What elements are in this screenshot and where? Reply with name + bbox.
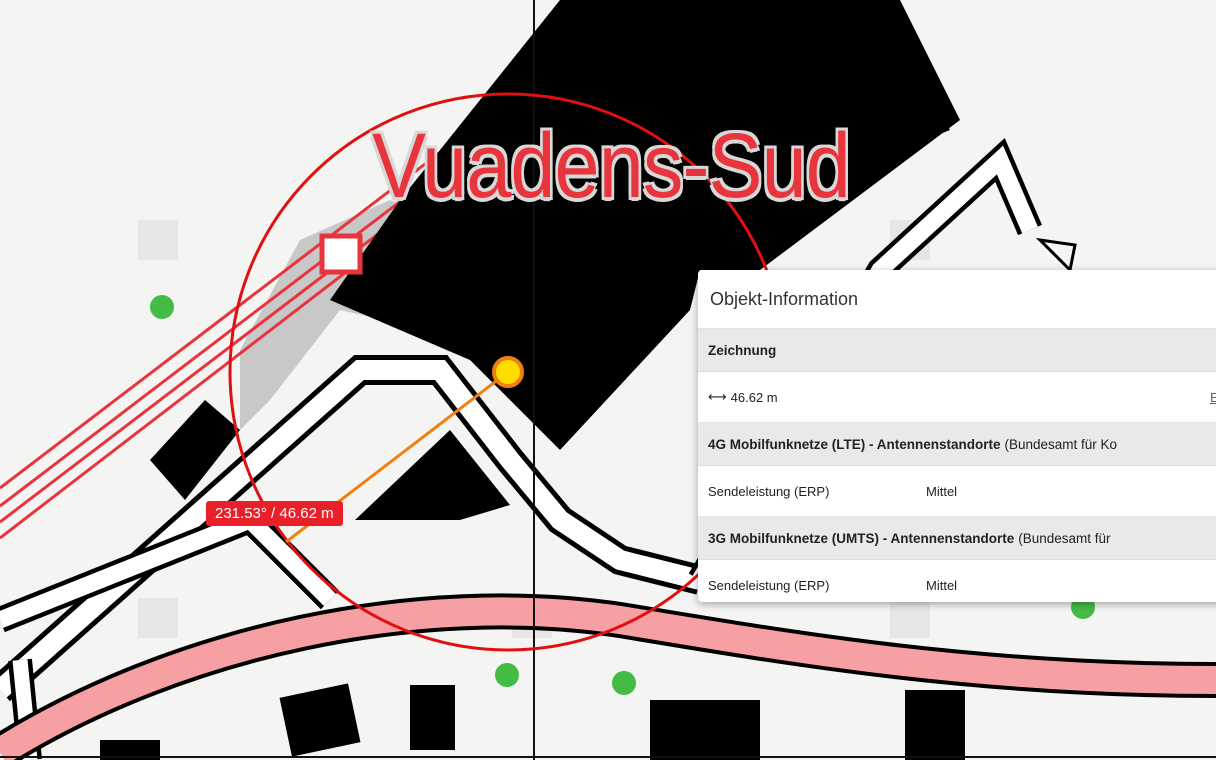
distance-row: ⟷ 46.62 m E: [698, 372, 1216, 423]
attribute-value: Mittel: [926, 577, 958, 593]
section-source: (Bundesamt für: [1018, 530, 1111, 546]
section-title: 4G Mobilfunknetze (LTE) - Antennenstando…: [708, 436, 1001, 452]
attribute-key: Sendeleistung (ERP): [708, 577, 830, 593]
place-label: Vuadens-Sud: [372, 115, 851, 217]
center-marker[interactable]: [492, 356, 524, 388]
section-title: 3G Mobilfunknetze (UMTS) - Antennenstand…: [708, 530, 1015, 546]
attribute-value: Mittel: [926, 483, 958, 499]
panel-title: Objekt-Information: [698, 270, 1216, 329]
measure-tooltip: 231.53° / 46.62 m: [206, 501, 343, 526]
section-heading-4g[interactable]: 4G Mobilfunknetze (LTE) - Antennenstando…: [698, 423, 1216, 466]
attribute-row: Sendeleistung (ERP) Mittel: [698, 560, 1216, 602]
row-action-link[interactable]: E: [1210, 390, 1216, 405]
section-source: (Bundesamt für Ko: [1004, 436, 1118, 452]
attribute-key: Sendeleistung (ERP): [708, 483, 830, 499]
poi-dot: [612, 671, 636, 695]
section-heading-drawing[interactable]: Zeichnung: [698, 329, 1216, 372]
attribute-row: Sendeleistung (ERP) Mittel: [698, 466, 1216, 517]
station-marker: [319, 233, 363, 275]
distance-icon: ⟷: [708, 389, 727, 404]
poi-dot: [150, 295, 174, 319]
poi-dot: [495, 663, 519, 687]
distance-value: 46.62 m: [730, 389, 778, 405]
section-heading-3g[interactable]: 3G Mobilfunknetze (UMTS) - Antennenstand…: [698, 517, 1216, 560]
section-title: Zeichnung: [708, 342, 777, 358]
object-info-panel: Objekt-Information Zeichnung ⟷ 46.62 m E…: [698, 270, 1216, 602]
